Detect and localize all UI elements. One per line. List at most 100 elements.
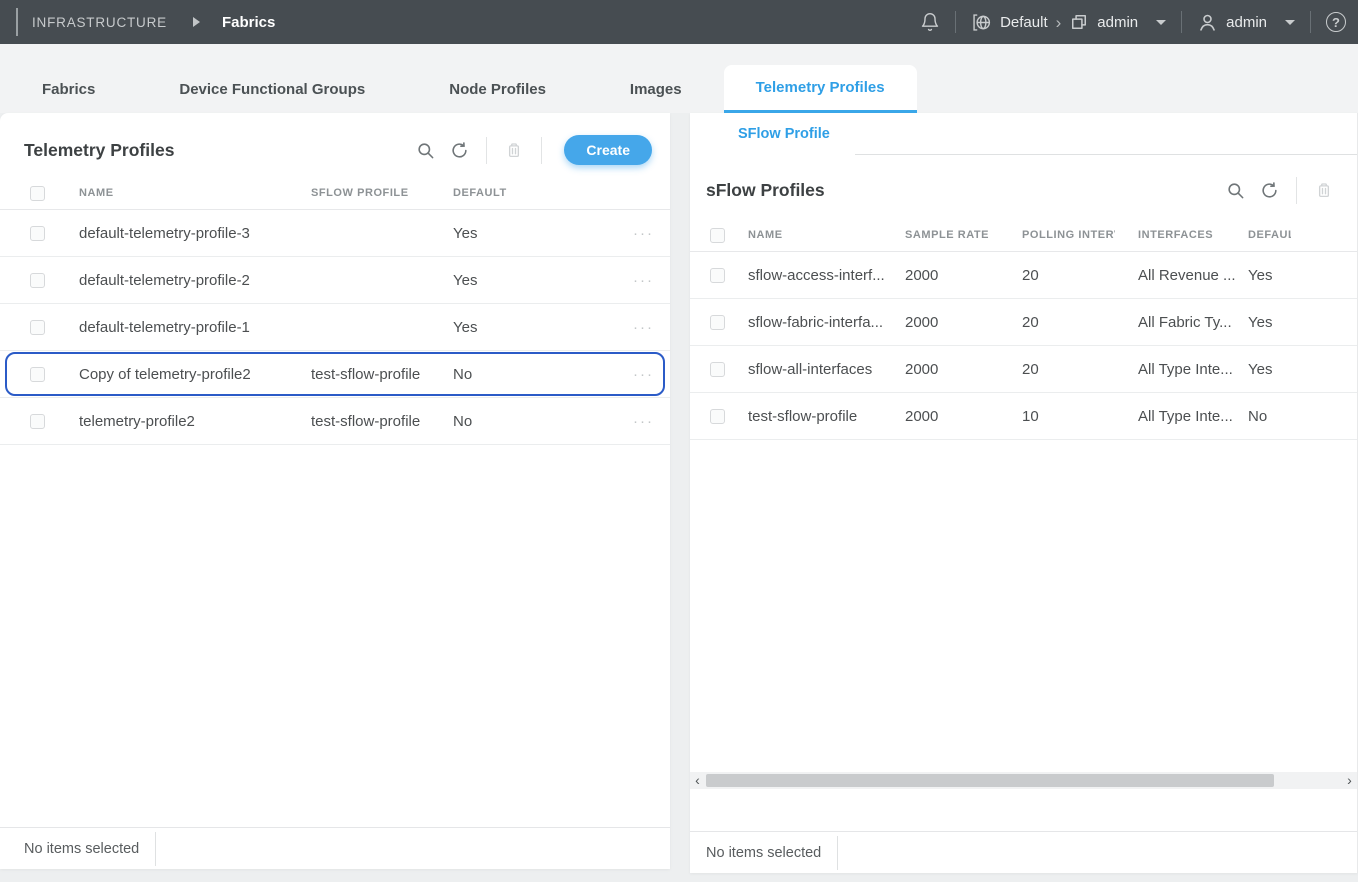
user-menu[interactable]: admin xyxy=(1197,12,1295,33)
cluster-menu[interactable]: admin xyxy=(1069,12,1166,32)
fabric-selector[interactable]: Default xyxy=(971,12,1048,33)
table-row[interactable]: default-telemetry-profile-2 Yes ··· xyxy=(0,257,670,304)
cell-name: default-telemetry-profile-2 xyxy=(79,272,311,289)
cell-interfaces: All Revenue ... xyxy=(1138,267,1248,284)
tab-label: Node Profiles xyxy=(449,81,546,98)
horizontal-scrollbar[interactable]: ‹ › xyxy=(690,772,1357,789)
chevron-right-icon: › xyxy=(1056,14,1062,31)
cell-default: Yes xyxy=(1248,267,1349,284)
tab-telemetry-profiles[interactable]: Telemetry Profiles xyxy=(724,65,917,113)
tab-sflow-profile[interactable]: SFlow Profile xyxy=(738,126,830,142)
more-actions-icon[interactable]: ··· xyxy=(633,272,654,289)
tab-device-functional-groups[interactable]: Device Functional Groups xyxy=(137,66,407,113)
cell-name: Copy of telemetry-profile2 xyxy=(79,366,311,383)
sflow-panel-header: sFlow Profiles xyxy=(690,155,1357,219)
cluster-menu-label: admin xyxy=(1097,14,1138,31)
search-icon[interactable] xyxy=(408,135,442,165)
column-header-name: NAME xyxy=(748,229,905,241)
cell-interfaces: All Fabric Ty... xyxy=(1138,314,1248,331)
status-divider xyxy=(837,836,838,870)
row-checkbox[interactable] xyxy=(710,268,725,283)
column-header-name: NAME xyxy=(79,187,311,199)
cell-sample-rate: 2000 xyxy=(905,267,1022,284)
scrollbar-thumb[interactable] xyxy=(706,774,1274,787)
cell-interfaces: All Type Inte... xyxy=(1138,408,1248,425)
tab-fabrics[interactable]: Fabrics xyxy=(0,66,137,113)
create-button[interactable]: Create xyxy=(564,135,652,165)
table-row[interactable]: default-telemetry-profile-3 Yes ··· xyxy=(0,210,670,257)
delete-icon[interactable] xyxy=(1307,175,1341,205)
cell-name: test-sflow-profile xyxy=(748,408,905,425)
status-text: No items selected xyxy=(24,841,139,857)
table-row[interactable]: test-sflow-profile 2000 10 All Type Inte… xyxy=(690,393,1357,440)
telemetry-profiles-panel: Telemetry Profiles Create NAME SFLOW PRO… xyxy=(0,113,670,869)
breadcrumb-section[interactable]: INFRASTRUCTURE xyxy=(32,15,167,30)
breadcrumb-arrow-icon xyxy=(193,17,200,27)
scroll-left-icon[interactable]: ‹ xyxy=(690,772,705,789)
refresh-icon[interactable] xyxy=(442,135,476,165)
row-checkbox[interactable] xyxy=(30,226,45,241)
table-row[interactable]: sflow-fabric-interfa... 2000 20 All Fabr… xyxy=(690,299,1357,346)
more-actions-icon[interactable]: ··· xyxy=(633,225,654,242)
select-all-checkbox[interactable] xyxy=(30,186,45,201)
cell-name: sflow-access-interf... xyxy=(748,267,905,284)
table-row[interactable]: default-telemetry-profile-1 Yes ··· xyxy=(0,304,670,351)
user-menu-label: admin xyxy=(1226,14,1267,31)
cell-polling-interval: 20 xyxy=(1022,361,1138,378)
refresh-icon[interactable] xyxy=(1252,175,1286,205)
cell-default: Yes xyxy=(1248,314,1349,331)
tab-label: Device Functional Groups xyxy=(179,81,365,98)
row-checkbox[interactable] xyxy=(30,273,45,288)
chevron-down-icon xyxy=(1156,20,1166,25)
column-header-default: DEFAULT xyxy=(1248,229,1291,241)
cell-default: No xyxy=(453,366,610,383)
layers-icon xyxy=(1069,12,1089,32)
main-tabbar: Fabrics Device Functional Groups Node Pr… xyxy=(0,44,1358,113)
sflow-status-bar: No items selected xyxy=(690,831,1357,873)
help-icon[interactable]: ? xyxy=(1326,12,1346,32)
sflow-table-header: NAME SAMPLE RATE POLLING INTERVAL INTERF… xyxy=(690,219,1357,252)
table-row[interactable]: telemetry-profile2 test-sflow-profile No… xyxy=(0,398,670,445)
header-divider xyxy=(1310,11,1311,33)
toolbar-divider xyxy=(1296,177,1297,204)
detail-tabbar: SFlow Profile xyxy=(690,113,1357,155)
tab-images[interactable]: Images xyxy=(588,66,724,113)
status-divider xyxy=(155,832,156,866)
row-checkbox[interactable] xyxy=(30,414,45,429)
tab-label: Fabrics xyxy=(42,81,95,98)
table-row[interactable]: sflow-all-interfaces 2000 20 All Type In… xyxy=(690,346,1357,393)
bell-icon[interactable] xyxy=(920,12,940,32)
cell-sflow-profile: test-sflow-profile xyxy=(311,413,453,430)
telemetry-table-header: NAME SFLOW PROFILE DEFAULT xyxy=(0,177,670,210)
cell-sample-rate: 2000 xyxy=(905,361,1022,378)
more-actions-icon[interactable]: ··· xyxy=(633,319,654,336)
table-row[interactable]: sflow-access-interf... 2000 20 All Reven… xyxy=(690,252,1357,299)
header-divider xyxy=(955,11,956,33)
row-checkbox[interactable] xyxy=(710,409,725,424)
row-checkbox[interactable] xyxy=(30,367,45,382)
row-checkbox[interactable] xyxy=(710,315,725,330)
cell-polling-interval: 10 xyxy=(1022,408,1138,425)
column-header-interfaces: INTERFACES xyxy=(1138,229,1248,241)
cell-interfaces: All Type Inte... xyxy=(1138,361,1248,378)
sflow-profiles-panel: SFlow Profile sFlow Profiles NAME SAMPLE… xyxy=(690,113,1358,873)
tab-node-profiles[interactable]: Node Profiles xyxy=(407,66,588,113)
select-all-checkbox[interactable] xyxy=(710,228,725,243)
table-row-selected[interactable]: Copy of telemetry-profile2 test-sflow-pr… xyxy=(0,351,670,398)
row-checkbox[interactable] xyxy=(30,320,45,335)
cell-polling-interval: 20 xyxy=(1022,314,1138,331)
delete-icon[interactable] xyxy=(497,135,531,165)
cell-polling-interval: 20 xyxy=(1022,267,1138,284)
more-actions-icon[interactable]: ··· xyxy=(633,366,654,383)
more-actions-icon[interactable]: ··· xyxy=(633,413,654,430)
app-header: INFRASTRUCTURE Fabrics Default › admin xyxy=(0,0,1358,44)
status-text: No items selected xyxy=(706,845,821,861)
row-checkbox[interactable] xyxy=(710,362,725,377)
cell-sample-rate: 2000 xyxy=(905,408,1022,425)
telemetry-panel-header: Telemetry Profiles Create xyxy=(0,113,670,177)
header-actions: Default › admin admin ? xyxy=(920,11,1358,33)
telemetry-status-bar: No items selected xyxy=(0,827,670,869)
search-icon[interactable] xyxy=(1218,175,1252,205)
scroll-right-icon[interactable]: › xyxy=(1342,772,1357,789)
column-header-polling-interval: POLLING INTERVAL xyxy=(1022,229,1115,241)
